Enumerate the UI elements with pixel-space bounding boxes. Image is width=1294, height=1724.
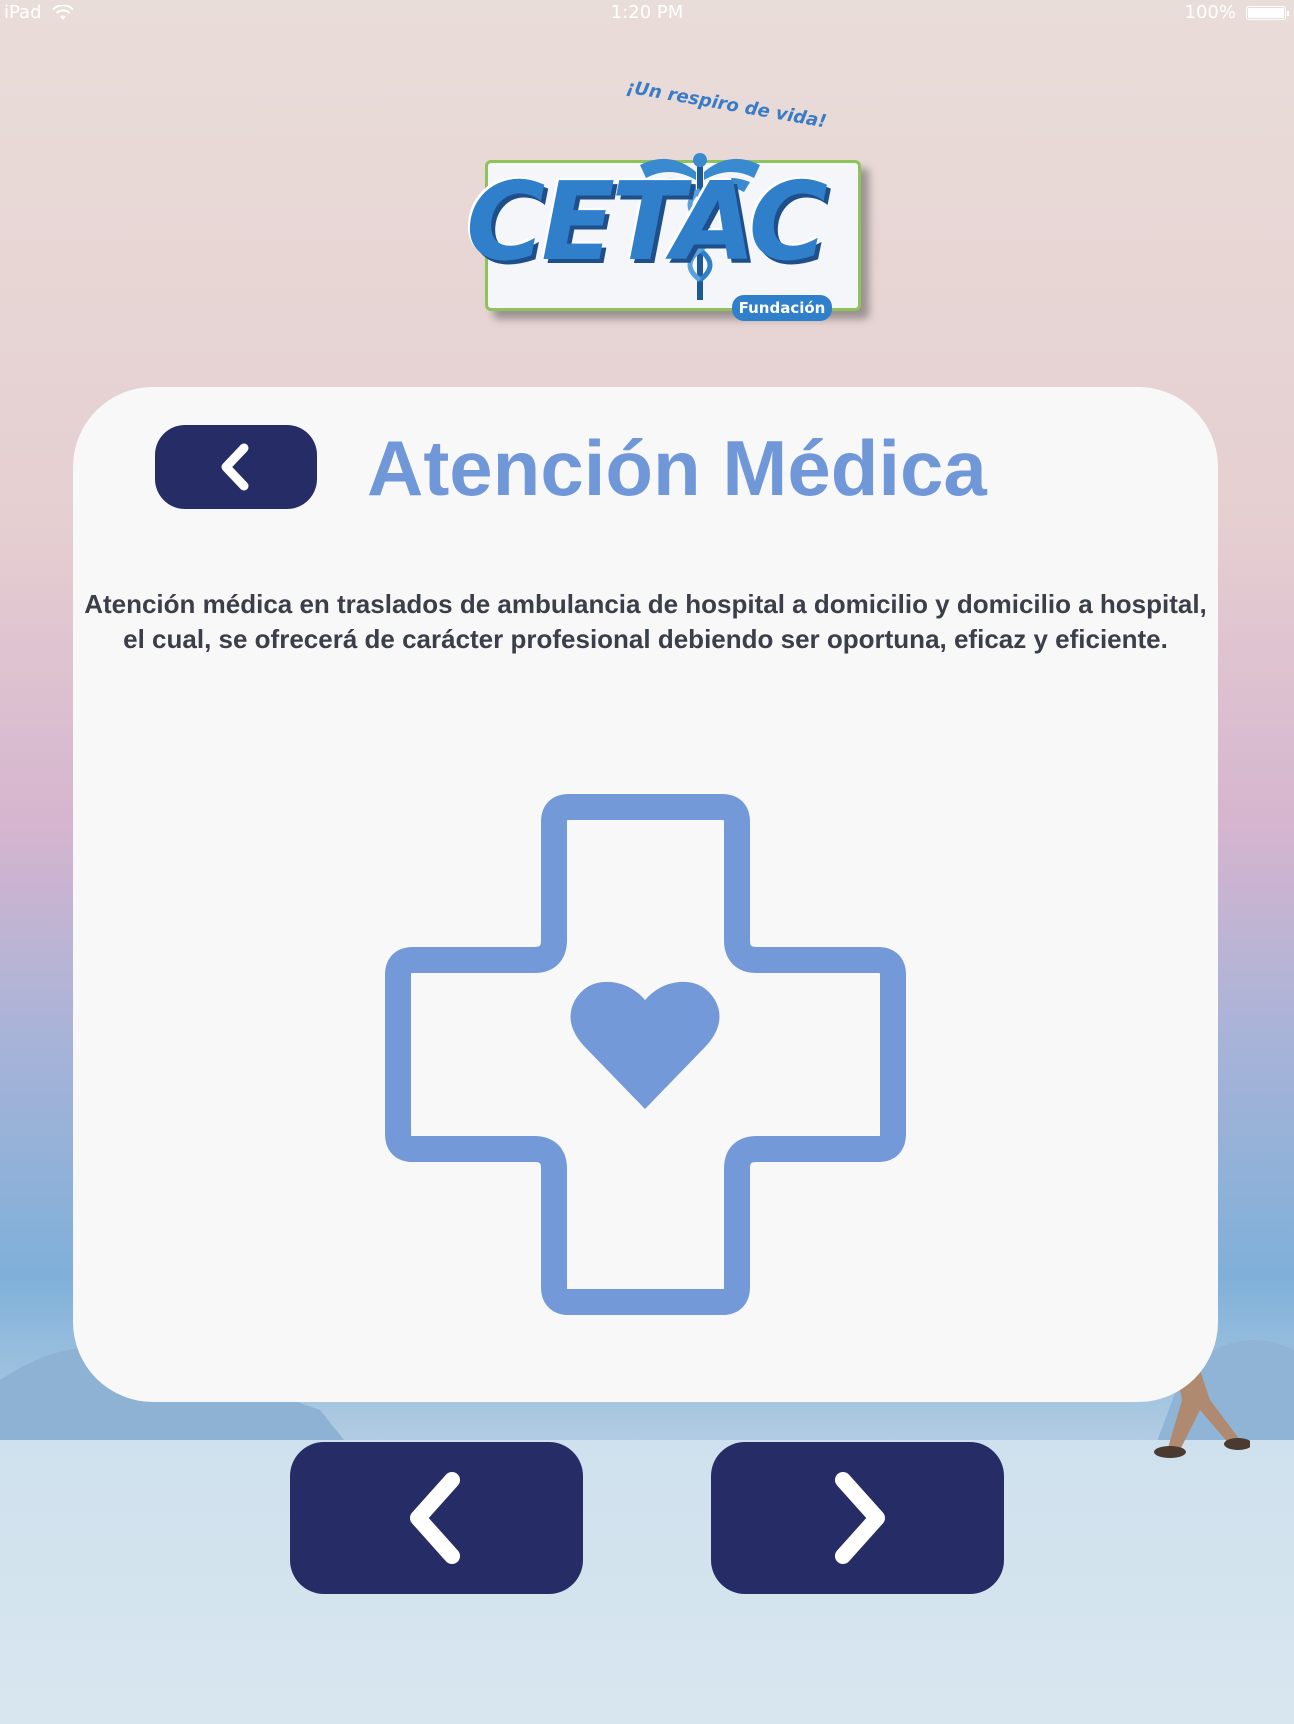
service-description: Atención médica en traslados de ambulanc…: [84, 589, 1207, 654]
chevron-left-icon: [409, 1472, 460, 1564]
status-bar: iPad 1:20 PM 100%: [0, 0, 1294, 26]
chevron-left-icon: [221, 443, 249, 491]
chevron-right-icon: [834, 1472, 885, 1564]
medical-cross-heart-icon: [385, 794, 906, 1315]
status-time: 1:20 PM: [610, 2, 684, 23]
logo-wordmark: CETAC: [466, 160, 828, 285]
back-button[interactable]: [155, 425, 317, 509]
battery-percent: 100%: [1184, 2, 1236, 23]
page-title: Atención Médica: [367, 424, 987, 512]
logo-badge: Fundación: [732, 295, 832, 321]
background-ground: [0, 1440, 1294, 1724]
previous-button[interactable]: [290, 1442, 583, 1594]
battery-icon: [1246, 5, 1289, 20]
cetac-logo: ¡Un respiro de vida! CETAC Fundación: [460, 77, 880, 330]
service-card: Atención Médica Atención médica en trasl…: [73, 387, 1218, 1402]
next-button[interactable]: [711, 1442, 1004, 1594]
status-right: 100%: [1184, 2, 1289, 23]
